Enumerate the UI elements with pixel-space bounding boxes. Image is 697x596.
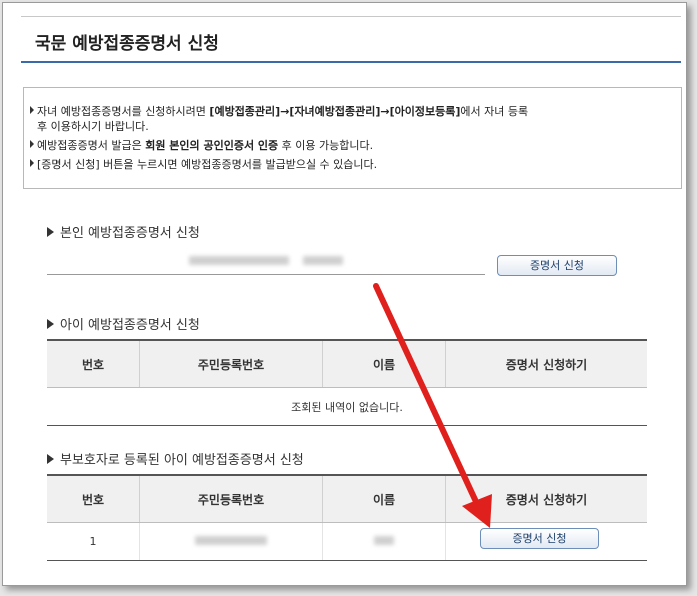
child-section-title: 아이 예방접종증명서 신청 xyxy=(47,314,200,333)
blurred-personal-info xyxy=(189,256,289,265)
notice-text: 에서 자녀 등록 xyxy=(460,105,529,118)
bullet-icon xyxy=(30,159,34,167)
row-rrn xyxy=(139,522,323,561)
self-section-title: 본인 예방접종증명서 신청 xyxy=(47,222,200,241)
col-header-request: 증명서 신청하기 xyxy=(445,339,647,388)
blurred-name xyxy=(303,256,343,265)
bullet-icon xyxy=(30,140,34,148)
guardian-section-title-text: 부보호자로 등록된 아이 예방접종증명서 신청 xyxy=(60,453,304,468)
col-header-rrn: 주민등록번호 xyxy=(139,339,323,388)
col-header-rrn: 주민등록번호 xyxy=(139,474,323,523)
notice-text: 자녀 예방접종증명서를 신청하시려면 xyxy=(37,105,210,118)
col-header-name: 이름 xyxy=(322,339,446,388)
self-info-underline xyxy=(47,274,485,275)
empty-message: 조회된 내역이 없습니다. xyxy=(47,387,647,426)
triangle-bullet-icon xyxy=(47,454,54,464)
table-row: 조회된 내역이 없습니다. xyxy=(47,387,647,426)
notice-menu-path: [예방접종관리]→[자녀예방접종관리]→[아이정보등록] xyxy=(209,105,461,118)
table-header-row: 번호 주민등록번호 이름 증명서 신청하기 xyxy=(47,339,647,388)
self-certificate-request-button[interactable]: 증명서 신청 xyxy=(497,255,617,276)
page-title: 국문 예방접종증명서 신청 xyxy=(35,34,219,54)
triangle-bullet-icon xyxy=(47,227,54,237)
triangle-bullet-icon xyxy=(47,319,54,329)
row-name xyxy=(322,522,446,561)
blurred-name xyxy=(374,536,394,545)
col-header-number: 번호 xyxy=(47,474,140,523)
guardian-section-title: 부보호자로 등록된 아이 예방접종증명서 신청 xyxy=(47,449,304,468)
notice-text: 예방접종증명서 발급은 xyxy=(37,139,146,152)
notice-text: 후 이용 가능합니다. xyxy=(278,139,374,152)
row-number: 1 xyxy=(47,522,140,561)
table-header-row: 번호 주민등록번호 이름 증명서 신청하기 xyxy=(47,474,647,523)
child-section-title-text: 아이 예방접종증명서 신청 xyxy=(60,318,200,333)
notice-text: [증명서 신청] 버튼을 누르시면 예방접종증명서를 발급받으실 수 있습니다. xyxy=(37,158,378,171)
bullet-icon xyxy=(30,106,34,114)
guardian-certificate-request-button[interactable]: 증명서 신청 xyxy=(480,528,599,549)
self-section-title-text: 본인 예방접종증명서 신청 xyxy=(60,226,200,241)
notice-emphasis: 회원 본인의 공인인증서 인증 xyxy=(145,139,279,152)
col-header-name: 이름 xyxy=(322,474,446,523)
notice-line-1: 자녀 예방접종증명서를 신청하시려면 [예방접종관리]→[자녀예방접종관리]→[… xyxy=(30,104,528,119)
notice-line-3: 예방접종증명서 발급은 회원 본인의 공인인증서 인증 후 이용 가능합니다. xyxy=(30,138,373,153)
col-header-number: 번호 xyxy=(47,339,140,388)
window-frame: 국문 예방접종증명서 신청 자녀 예방접종증명서를 신청하시려면 [예방접종관리… xyxy=(2,2,687,586)
notice-line-2: 후 이용하시기 바랍니다. xyxy=(37,120,149,133)
notice-box: 자녀 예방접종증명서를 신청하시려면 [예방접종관리]→[자녀예방접종관리]→[… xyxy=(23,87,682,189)
col-header-request: 증명서 신청하기 xyxy=(445,474,647,523)
child-table: 번호 주민등록번호 이름 증명서 신청하기 조회된 내역이 없습니다. xyxy=(47,339,647,426)
blurred-rrn xyxy=(195,536,267,545)
notice-line-4: [증명서 신청] 버튼을 누르시면 예방접종증명서를 발급받으실 수 있습니다. xyxy=(30,157,377,172)
page-header: 국문 예방접종증명서 신청 xyxy=(21,16,681,63)
